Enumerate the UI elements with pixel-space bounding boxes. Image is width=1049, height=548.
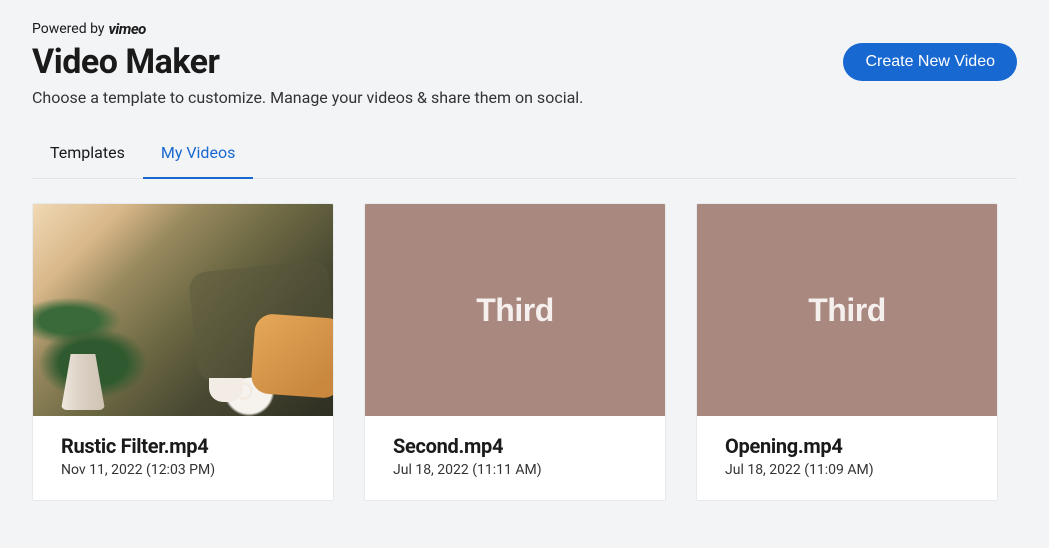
page-title: Video Maker (32, 42, 219, 82)
thumbnail-overlay-text: Third (476, 292, 553, 329)
video-grid: Rustic Filter.mp4 Nov 11, 2022 (12:03 PM… (32, 203, 1017, 501)
create-new-video-button[interactable]: Create New Video (843, 43, 1017, 81)
video-card[interactable]: Rustic Filter.mp4 Nov 11, 2022 (12:03 PM… (32, 203, 334, 501)
tab-templates[interactable]: Templates (50, 143, 125, 178)
powered-by-prefix: Powered by (32, 21, 105, 37)
thumbnail-decor (61, 354, 105, 410)
thumbnail-decor (209, 378, 243, 402)
tabs: Templates My Videos (32, 143, 1017, 179)
video-card[interactable]: Third Opening.mp4 Jul 18, 2022 (11:09 AM… (696, 203, 998, 501)
video-thumbnail (33, 204, 333, 416)
video-thumbnail: Third (697, 204, 997, 416)
video-card[interactable]: Third Second.mp4 Jul 18, 2022 (11:11 AM) (364, 203, 666, 501)
vimeo-logo: vimeo (109, 20, 146, 38)
video-title: Opening.mp4 (725, 434, 969, 458)
thumbnail-decor (250, 313, 334, 399)
video-date: Jul 18, 2022 (11:09 AM) (725, 462, 969, 478)
page-subtitle: Choose a template to customize. Manage y… (32, 88, 1017, 107)
thumbnail-overlay-text: Third (808, 292, 885, 329)
video-date: Nov 11, 2022 (12:03 PM) (61, 462, 305, 478)
video-title: Rustic Filter.mp4 (61, 434, 305, 458)
tab-my-videos[interactable]: My Videos (161, 143, 235, 178)
video-thumbnail: Third (365, 204, 665, 416)
video-date: Jul 18, 2022 (11:11 AM) (393, 462, 637, 478)
powered-by-label: Powered by vimeo (32, 20, 1017, 38)
video-title: Second.mp4 (393, 434, 637, 458)
